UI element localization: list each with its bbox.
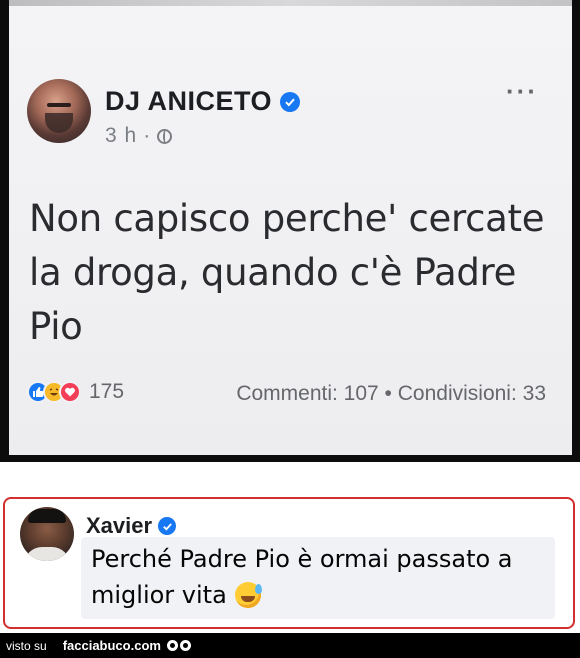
post-time[interactable]: 3 h [105,124,137,148]
post-screenshot-frame: DJ ANICETO 3 h · ··· Non capisco perche'… [0,0,580,462]
footer-site-link[interactable]: facciabuco.com [63,638,161,653]
comment-bubble: Perché Padre Pio è ormai passato a migli… [81,537,555,619]
more-options-icon[interactable]: ··· [506,78,538,104]
comments-shares-stats[interactable]: Commenti: 107 • Condivisioni: 33 [236,382,546,406]
avatar-hair [28,509,66,523]
author-name[interactable]: DJ ANICETO [105,86,272,117]
post-card: DJ ANICETO 3 h · ··· Non capisco perche'… [9,0,572,455]
verified-badge-icon [280,91,301,112]
post-text: Non capisco perche' cercate la droga, qu… [29,197,545,348]
author-avatar[interactable] [27,79,91,143]
reactions-summary[interactable]: 175 [27,380,124,404]
avatar-eyes [47,103,71,107]
commenter-row: Xavier [86,513,177,539]
eyes-logo-icon [166,640,191,651]
reactions-count: 175 [89,380,125,403]
globe-icon [157,128,173,144]
footer-bar: visto su facciabuco.com [0,633,580,658]
footer-visto-su: visto su [6,638,47,653]
highlighted-comment: Xavier Perché Padre Pio è ormai passato … [3,497,575,629]
commenter-avatar[interactable] [20,507,74,561]
meta-separator: · [143,124,152,147]
commenter-name[interactable]: Xavier [86,513,152,539]
verified-badge-icon [158,517,177,535]
avatar-shirt [24,547,70,561]
comment-text: Perché Padre Pio è ormai passato a migli… [91,545,513,609]
post-meta: 3 h · [105,124,173,148]
love-icon [59,381,81,403]
avatar-beard [45,113,73,133]
author-row: DJ ANICETO [105,86,301,117]
cropped-header-strip [9,0,572,6]
sweat-smile-emoji-icon [235,582,263,608]
